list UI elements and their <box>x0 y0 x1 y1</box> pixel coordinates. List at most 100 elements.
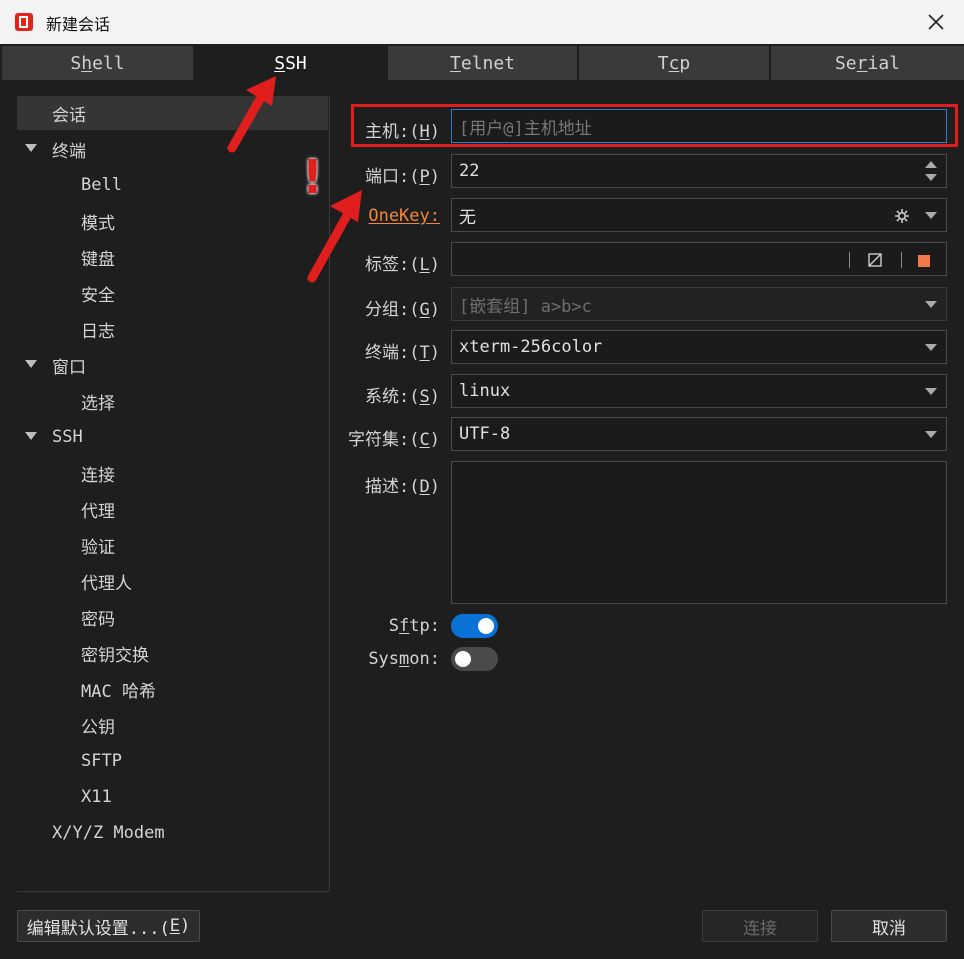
spin-down-icon[interactable] <box>925 174 937 181</box>
charset-label: 字符集:(C) <box>348 430 440 450</box>
tab-ssh[interactable]: SSH <box>195 46 386 80</box>
sidebar-item-label: 密钥交换 <box>81 645 149 666</box>
chevron-down-icon[interactable] <box>925 301 937 308</box>
sidebar-item-label: 安全 <box>81 285 115 306</box>
gear-icon[interactable] <box>894 208 910 224</box>
sidebar-item-label: 键盘 <box>81 249 115 270</box>
sidebar-item-label: 终端 <box>52 141 86 162</box>
tab-ssh-label: SSH <box>274 52 307 74</box>
toggle-knob <box>478 618 494 634</box>
chevron-down-icon[interactable] <box>925 344 937 351</box>
sidebar-item[interactable]: 会话 <box>17 96 328 130</box>
sidebar-item-label: 选择 <box>81 393 115 414</box>
sidebar-item-label: MAC 哈希 <box>81 681 156 702</box>
port-value: 22 <box>459 161 480 181</box>
tab-tcp-label: Tcp <box>657 52 691 74</box>
edit-defaults-button[interactable]: 编辑默认设置...(E) <box>17 910 200 942</box>
sidebar-item[interactable]: MAC 哈希 <box>17 672 328 706</box>
sidebar-item[interactable]: 日志 <box>17 312 328 346</box>
tab-serial[interactable]: Serial <box>771 46 964 80</box>
sidebar-item[interactable]: SFTP <box>17 744 328 778</box>
toggle-knob <box>455 651 471 667</box>
sftp-toggle[interactable] <box>451 614 498 638</box>
sidebar-item-label: 验证 <box>81 537 115 558</box>
sidebar-item[interactable]: 窗口 <box>17 348 328 382</box>
sidebar-item[interactable]: 公钥 <box>17 708 328 742</box>
sidebar-item[interactable]: 键盘 <box>17 240 328 274</box>
host-input[interactable]: [用户@]主机地址 <box>451 109 947 143</box>
group-select[interactable]: [嵌套组] a>b>c <box>451 287 947 321</box>
sidebar-item-label: 公钥 <box>81 717 115 738</box>
port-label: 端口:(P) <box>365 167 440 187</box>
onekey-label[interactable]: OneKey: <box>368 206 440 226</box>
sidebar-item[interactable]: 验证 <box>17 528 328 562</box>
terminal-value: xterm-256color <box>459 337 603 357</box>
sidebar-item[interactable]: 安全 <box>17 276 328 310</box>
tag-input[interactable] <box>451 242 947 276</box>
chevron-down-icon[interactable] <box>925 388 937 395</box>
onekey-select[interactable]: 无 <box>451 198 947 232</box>
sidebar-item[interactable]: X11 <box>17 780 328 814</box>
tab-shell-label: Shell <box>70 52 125 74</box>
sidebar-item[interactable]: 模式 <box>17 204 328 238</box>
terminal-select[interactable]: xterm-256color <box>451 330 947 364</box>
sidebar-item[interactable]: 密码 <box>17 600 328 634</box>
tab-telnet[interactable]: Telnet <box>388 46 577 80</box>
sidebar-item[interactable]: Bell <box>17 168 328 202</box>
clear-color-icon[interactable] <box>868 253 882 267</box>
charset-value: UTF-8 <box>459 424 511 444</box>
expand-caret-icon[interactable] <box>25 360 37 368</box>
system-value: linux <box>459 381 511 401</box>
sysmon-toggle[interactable] <box>451 647 498 671</box>
sidebar-item[interactable]: 密钥交换 <box>17 636 328 670</box>
chevron-down-icon[interactable] <box>925 431 937 438</box>
title-bar: 新建会话 <box>0 0 964 44</box>
separator <box>901 252 902 268</box>
separator <box>849 252 850 268</box>
protocol-tabs: Shell SSH Telnet Tcp Serial <box>0 44 964 82</box>
port-stepper[interactable]: 22 <box>451 154 947 188</box>
spin-up-icon[interactable] <box>925 161 937 168</box>
sidebar-item-label: 连接 <box>81 465 115 486</box>
system-select[interactable]: linux <box>451 374 947 408</box>
chevron-down-icon[interactable] <box>925 212 937 219</box>
sidebar-item[interactable]: 选择 <box>17 384 328 418</box>
settings-tree: 会话终端 Bell 模式键盘安全日志窗口选择 SSH 连接代理验证代理人密码密钥交换 MA… <box>17 96 330 892</box>
system-label: 系统:(S) <box>365 387 440 407</box>
terminal-label: 终端:(T) <box>365 343 440 363</box>
sidebar-item[interactable]: 代理 <box>17 492 328 526</box>
cancel-button[interactable]: 取消 <box>831 910 947 942</box>
sidebar-item[interactable]: 连接 <box>17 456 328 490</box>
expand-caret-icon[interactable] <box>25 144 37 152</box>
host-placeholder: [用户@]主机地址 <box>459 118 592 139</box>
group-label: 分组:(G) <box>365 300 440 320</box>
sidebar-item-label: 日志 <box>81 321 115 342</box>
connect-button[interactable]: 连接 <box>702 910 818 942</box>
charset-select[interactable]: UTF-8 <box>451 417 947 451</box>
tab-serial-label: Serial <box>834 52 901 74</box>
color-swatch[interactable] <box>918 255 930 267</box>
close-button[interactable] <box>908 0 964 44</box>
sidebar-item-label: 代理 <box>81 501 115 522</box>
sidebar-item[interactable]: 代理人 <box>17 564 328 598</box>
tab-shell[interactable]: Shell <box>2 46 193 80</box>
sidebar-item[interactable]: 终端 <box>17 132 328 166</box>
group-value: [嵌套组] a>b>c <box>459 296 592 317</box>
description-label: 描述:(D) <box>365 477 440 497</box>
sidebar-item-label: 模式 <box>81 213 115 234</box>
onekey-value: 无 <box>459 207 476 228</box>
sysmon-label: Sysmon: <box>368 649 440 669</box>
sidebar-item-label: SSH <box>52 427 83 447</box>
sidebar-item-label: 会话 <box>52 105 86 126</box>
tab-telnet-label: Telnet <box>449 52 516 74</box>
expand-caret-icon[interactable] <box>25 432 37 440</box>
tab-tcp[interactable]: Tcp <box>579 46 769 80</box>
sidebar-item[interactable]: X/Y/Z Modem <box>17 816 328 850</box>
sidebar-item-label: 密码 <box>81 609 115 630</box>
description-textarea[interactable] <box>451 461 947 604</box>
close-icon <box>928 14 944 30</box>
sidebar-item-label: X/Y/Z Modem <box>52 823 165 843</box>
sidebar-item-label: 窗口 <box>52 357 86 378</box>
sidebar-item[interactable]: SSH <box>17 420 328 454</box>
window-title: 新建会话 <box>46 15 111 34</box>
